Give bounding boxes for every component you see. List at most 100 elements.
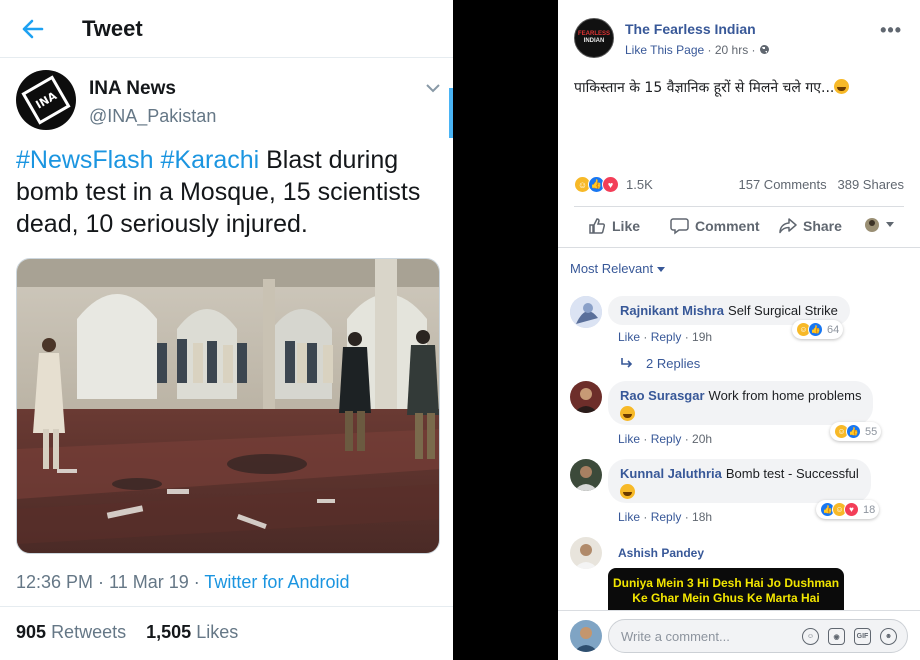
globe-icon — [759, 45, 769, 54]
like-reaction-icon: 👍 — [846, 424, 861, 439]
page-name[interactable]: The Fearless Indian — [625, 21, 756, 37]
laughing-emoji-icon — [620, 406, 635, 421]
retweets-stat[interactable]: 905 Retweets — [16, 622, 126, 642]
sticker-icon[interactable]: ☻ — [880, 628, 897, 645]
reaction-summary: ☺ 👍 ♥ 1.5K 157 Comments 389 Shares — [574, 176, 904, 196]
tweet-time: 12:36 PM · 11 Mar 19 · — [16, 572, 205, 592]
header-title: Tweet — [82, 15, 143, 41]
comment-time[interactable]: 20h — [692, 432, 712, 446]
scrollbar[interactable] — [449, 88, 453, 138]
comment-button[interactable]: Comment — [670, 217, 760, 235]
view-replies-link[interactable]: 2 Replies — [620, 356, 700, 371]
comment-input[interactable]: Write a comment... ☺ ◉ GIF ☻ — [608, 619, 908, 653]
reaction-selector[interactable] — [864, 217, 904, 233]
avatar-image — [570, 381, 602, 413]
comment-text: Bomb test - Successful — [725, 466, 859, 481]
comment-time[interactable]: 19h — [692, 330, 712, 344]
comment-time[interactable]: 18h — [692, 510, 712, 524]
hashtag-link[interactable]: #NewsFlash — [16, 146, 154, 174]
comment-input-icons: ☺ ◉ GIF ☻ — [802, 628, 897, 645]
reactions-count[interactable]: 1.5K — [626, 177, 653, 192]
likes-count: 1,505 — [146, 622, 192, 642]
post-text: पाकिस्तान के 15 वैज्ञानिक हूरों से मिलने… — [574, 78, 850, 97]
comment-reply-link[interactable]: Reply — [651, 510, 682, 524]
thumbs-up-icon — [589, 218, 606, 234]
screenshot-root: Tweet INA INA News @INA_Pakistan #NewsFl… — [0, 0, 920, 660]
laughing-emoji-icon — [834, 79, 850, 94]
comment-reactions[interactable]: 👍 ☺ ♥ 18 — [816, 500, 880, 519]
ina-logo: INA — [21, 75, 71, 125]
tweet-panel: Tweet INA INA News @INA_Pakistan #NewsFl… — [0, 0, 453, 660]
commenter-avatar[interactable] — [570, 296, 602, 328]
divider — [558, 247, 920, 248]
caret-down-icon — [656, 267, 665, 272]
shares-count[interactable]: 389 Shares — [838, 177, 905, 192]
share-arrow-icon — [779, 218, 797, 234]
comment-reactions[interactable]: ☺ 👍 64 — [792, 320, 844, 339]
share-button[interactable]: Share — [778, 217, 842, 235]
author-handle[interactable]: @INA_Pakistan — [89, 106, 216, 127]
chevron-down-icon[interactable] — [426, 80, 440, 98]
comment-author[interactable]: Ashish Pandey — [618, 546, 704, 560]
sort-comments-dropdown[interactable]: Most Relevant — [570, 261, 665, 276]
like-button[interactable]: Like — [588, 217, 640, 235]
comment-reactions[interactable]: ☺ 👍 55 — [830, 422, 882, 441]
post-time[interactable]: · 20 hrs · — [708, 43, 756, 57]
more-options-icon[interactable]: ••• — [880, 20, 902, 41]
comment-actions: Like · Reply · 19h — [618, 330, 713, 344]
user-avatar[interactable] — [570, 620, 602, 652]
back-arrow-icon[interactable] — [0, 19, 66, 39]
like-reaction-icon: 👍 — [808, 322, 823, 337]
tweet-meta: 12:36 PM · 11 Mar 19 · Twitter for Andro… — [16, 572, 350, 593]
tweet-text: #NewsFlash #Karachi Blast during bomb te… — [16, 144, 436, 240]
comment-placeholder: Write a comment... — [621, 629, 730, 644]
emoji-icon[interactable]: ☺ — [802, 628, 819, 645]
comment-like-link[interactable]: Like — [618, 432, 640, 446]
commenter-avatar[interactable] — [570, 537, 602, 569]
tweet-header: Tweet — [0, 0, 453, 58]
gif-icon[interactable]: GIF — [854, 628, 871, 645]
comment-author[interactable]: Rao Surasgar — [620, 388, 705, 403]
love-reaction-icon: ♥ — [602, 176, 619, 193]
comment-bubble: Kunnal Jaluthria Bomb test - Successful — [608, 459, 871, 503]
hashtag-link[interactable]: #Karachi — [161, 146, 260, 174]
comment-author[interactable]: Kunnal Jaluthria — [620, 466, 722, 481]
retweets-label: Retweets — [51, 622, 127, 642]
camera-icon[interactable]: ◉ — [828, 628, 845, 645]
like-page-link[interactable]: Like This Page — [625, 43, 704, 57]
post-actions: Like Comment Share — [574, 208, 904, 246]
profile-dropdown-icon — [865, 218, 894, 232]
laughing-emoji-icon — [620, 484, 635, 499]
comment-reply-link[interactable]: Reply — [651, 432, 682, 446]
post-subline: Like This Page · 20 hrs · — [625, 43, 770, 57]
comments-shares: 157 Comments 389 Shares — [739, 177, 905, 192]
divider — [574, 206, 904, 207]
commenter-avatar[interactable] — [570, 459, 602, 491]
page-avatar[interactable]: FEARLESS INDIAN — [574, 18, 614, 58]
comment-bubble: Rao Surasgar Work from home problems — [608, 381, 874, 425]
divider — [0, 606, 453, 607]
meme-text-line: Duniya Mein 3 Hi Desh Hai Jo Dushman — [612, 576, 840, 590]
tweet-author: INA INA News @INA_Pakistan — [16, 70, 446, 132]
comments-count[interactable]: 157 Comments — [739, 177, 827, 192]
author-name[interactable]: INA News — [89, 78, 176, 100]
reaction-icons[interactable]: ☺ 👍 ♥ — [574, 176, 619, 193]
comment-like-link[interactable]: Like — [618, 510, 640, 524]
avatar-image — [570, 537, 602, 569]
comment-like-link[interactable]: Like — [618, 330, 640, 344]
tweet-stats: 905 Retweets 1,505 Likes — [16, 622, 238, 643]
avatar-image — [570, 459, 602, 491]
commenter-avatar[interactable] — [570, 381, 602, 413]
comment-reply-link[interactable]: Reply — [651, 330, 682, 344]
page-logo: FEARLESS INDIAN — [577, 31, 610, 44]
comment-actions: Like · Reply · 18h — [618, 510, 713, 524]
mosque-blast-photo — [17, 259, 439, 553]
tweet-photo[interactable] — [16, 258, 440, 554]
comment-author[interactable]: Rajnikant Mishra — [620, 303, 724, 318]
meme-text-line: Ke Ghar Mein Ghus Ke Marta Hai — [632, 591, 820, 605]
likes-stat[interactable]: 1,505 Likes — [146, 622, 238, 642]
avatar[interactable]: INA — [16, 70, 76, 130]
avatar-image — [570, 296, 602, 328]
tweet-source-link[interactable]: Twitter for Android — [204, 572, 349, 592]
comment-text: Work from home problems — [708, 388, 862, 403]
